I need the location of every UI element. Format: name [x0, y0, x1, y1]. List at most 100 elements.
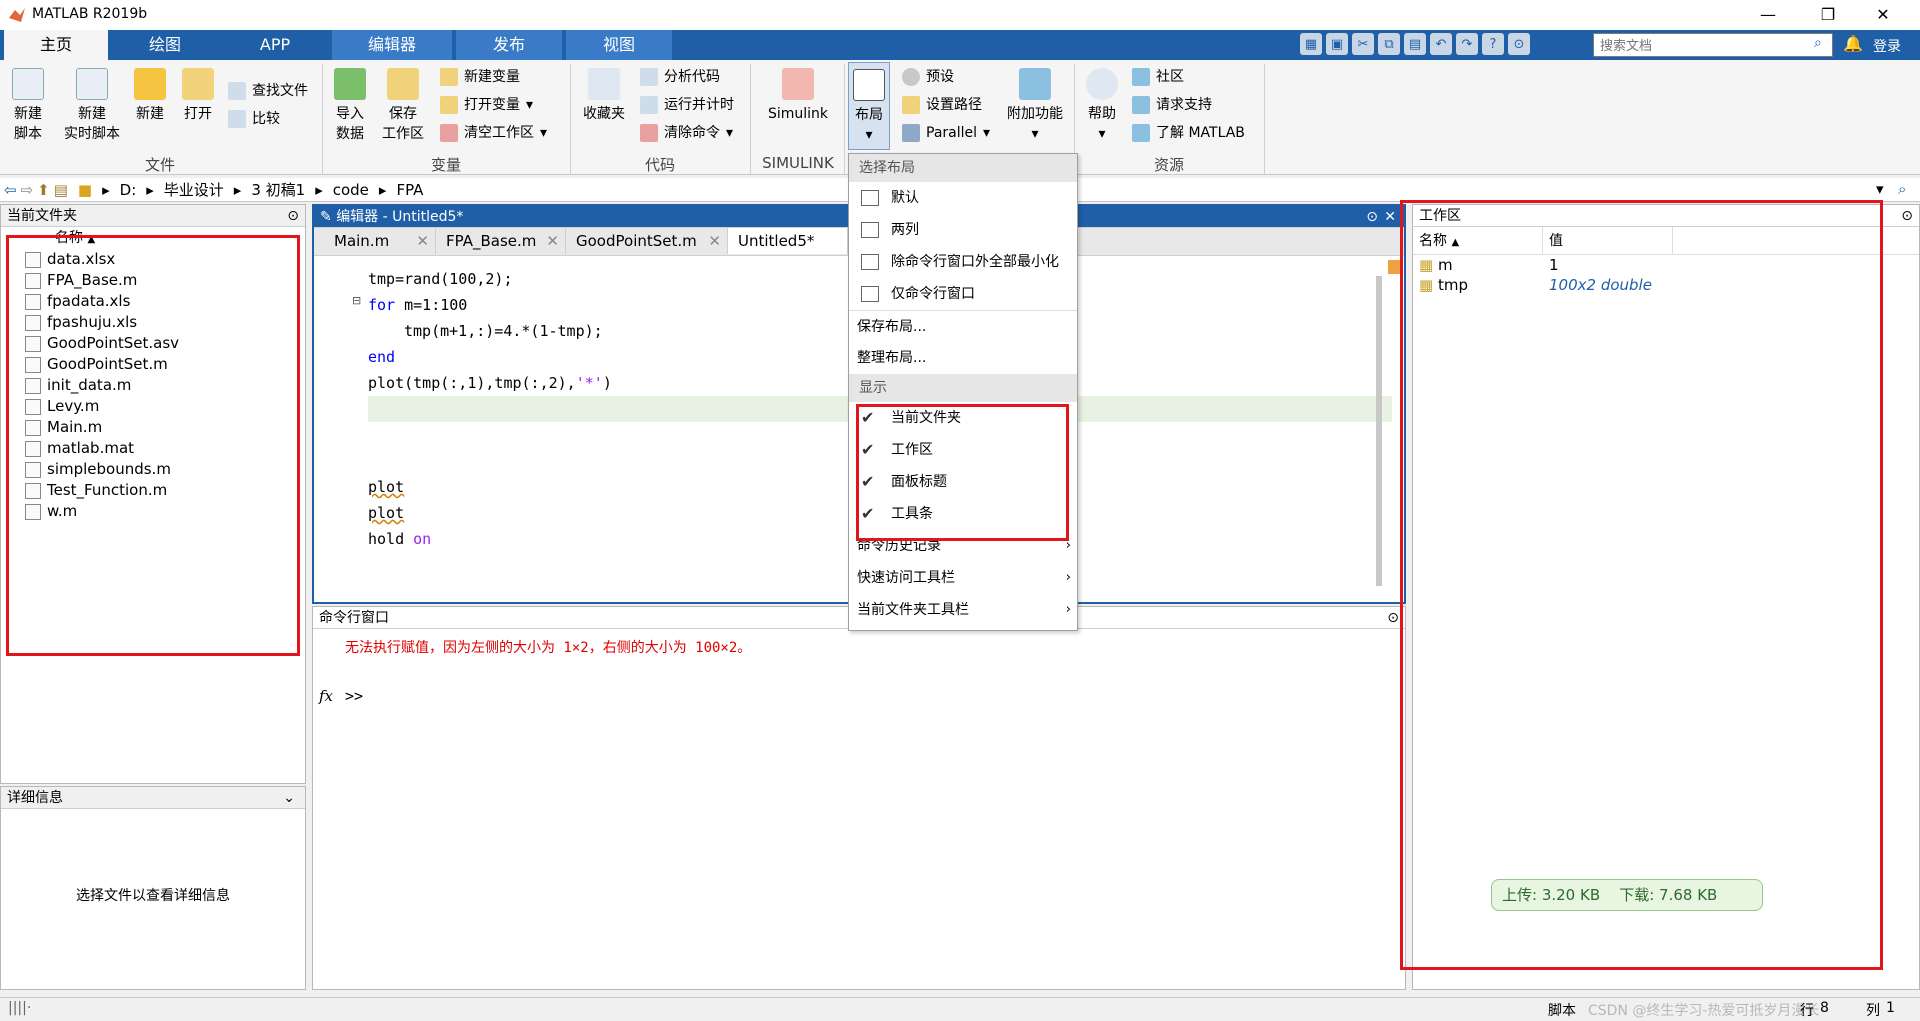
- save-workspace-button[interactable]: 保存 工作区: [378, 68, 428, 144]
- quick-access-toolbar-item[interactable]: 快速访问工具栏 ›: [849, 562, 1077, 594]
- file-list-item[interactable]: Levy.m: [1, 396, 305, 417]
- breadcrumb-item[interactable]: 毕业设计: [164, 179, 224, 200]
- cut-icon[interactable]: ✂: [1352, 33, 1374, 55]
- command-history-item[interactable]: 命令历史记录 ›: [849, 530, 1077, 562]
- compare-button[interactable]: 比较: [228, 108, 280, 130]
- layout-button[interactable]: 布局 ▾: [848, 62, 890, 150]
- organize-layout-item[interactable]: 整理布局...: [849, 342, 1077, 374]
- file-list-item[interactable]: Main.m: [1, 417, 305, 438]
- undo-icon[interactable]: ↶: [1430, 33, 1452, 55]
- preferences-button[interactable]: 预设: [902, 66, 954, 88]
- save-icon[interactable]: ▣: [1326, 33, 1348, 55]
- search-folder-icon[interactable]: ⌕: [1898, 180, 1906, 198]
- panel-menu-icon[interactable]: ⊙: [1901, 205, 1913, 227]
- parallel-button[interactable]: Parallel ▾: [902, 122, 990, 144]
- run-and-time-button[interactable]: 运行并计时: [640, 94, 734, 116]
- editor-scrollbar[interactable]: [1376, 276, 1382, 586]
- layout-quick-icon[interactable]: ▦: [1300, 33, 1322, 55]
- set-path-button[interactable]: 设置路径: [902, 94, 982, 116]
- editor-tab[interactable]: FPA_Base.m ✕: [436, 228, 566, 254]
- tab-publish[interactable]: 发布: [456, 30, 562, 60]
- tab-editor[interactable]: 编辑器: [332, 30, 452, 60]
- fx-icon[interactable]: fx: [319, 687, 333, 705]
- favorites-button[interactable]: 收藏夹: [578, 68, 630, 124]
- copy-icon[interactable]: ⧉: [1378, 33, 1400, 55]
- clear-workspace-button[interactable]: 清空工作区 ▾: [440, 122, 547, 144]
- breadcrumb-item[interactable]: 3 初稿1: [251, 179, 305, 200]
- breadcrumb-drive[interactable]: D:: [120, 181, 137, 199]
- file-list-item[interactable]: GoodPointSet.m: [1, 354, 305, 375]
- resize-grip-icon[interactable]: ||||·: [8, 1000, 31, 1016]
- address-dropdown-icon[interactable]: ▾: [1876, 180, 1884, 198]
- forward-arrow-icon[interactable]: ⇨: [21, 181, 34, 199]
- breadcrumb-item[interactable]: code: [333, 181, 369, 199]
- simulink-button[interactable]: Simulink: [760, 68, 836, 124]
- command-prompt[interactable]: >>: [345, 687, 363, 705]
- show-panel-titles-item[interactable]: ✔ 面板标题: [849, 466, 1077, 498]
- show-workspace-item[interactable]: ✔ 工作区: [849, 434, 1077, 466]
- search-icon[interactable]: ⌕: [1814, 35, 1822, 51]
- show-current-folder-item[interactable]: ✔ 当前文件夹: [849, 402, 1077, 434]
- analyze-code-button[interactable]: 分析代码: [640, 66, 720, 88]
- login-link[interactable]: 登录: [1873, 36, 1901, 56]
- bell-icon[interactable]: 🔔: [1843, 34, 1863, 53]
- addons-button[interactable]: 附加功能 ▾: [1000, 68, 1070, 144]
- help-icon[interactable]: ?: [1482, 33, 1504, 55]
- new-script-button[interactable]: 新建 脚本: [6, 68, 50, 144]
- chevron-down-icon[interactable]: ⌄: [283, 787, 295, 809]
- workspace-row[interactable]: ▦ tmp 100x2 double: [1413, 275, 1919, 295]
- panel-menu-icon[interactable]: ⊙: [1366, 206, 1378, 228]
- up-folder-icon[interactable]: ⬆: [37, 181, 50, 199]
- clear-commands-button[interactable]: 清除命令 ▾: [640, 122, 733, 144]
- tab-home[interactable]: 主页: [4, 30, 108, 60]
- file-list-item[interactable]: w.m: [1, 501, 305, 522]
- tab-view[interactable]: 视图: [566, 30, 672, 60]
- open-button[interactable]: 打开: [178, 68, 218, 124]
- show-toolstrip-item[interactable]: ✔ 工具条: [849, 498, 1077, 530]
- paste-icon[interactable]: ▤: [1404, 33, 1426, 55]
- value-column-header[interactable]: 值: [1543, 227, 1673, 254]
- file-list-item[interactable]: simplebounds.m: [1, 459, 305, 480]
- request-support-button[interactable]: 请求支持: [1132, 94, 1212, 116]
- close-button[interactable]: ✕: [1860, 0, 1906, 30]
- options-icon[interactable]: ⊙: [1508, 33, 1530, 55]
- name-column-header[interactable]: 名称 ▲: [1413, 227, 1543, 254]
- community-button[interactable]: 社区: [1132, 66, 1184, 88]
- file-list-item[interactable]: data.xlsx: [1, 249, 305, 270]
- breadcrumb-item[interactable]: FPA: [396, 181, 423, 199]
- tab-plots[interactable]: 绘图: [112, 30, 218, 60]
- file-list-item[interactable]: matlab.mat: [1, 438, 305, 459]
- help-button[interactable]: 帮助 ▾: [1082, 68, 1122, 144]
- redo-icon[interactable]: ↷: [1456, 33, 1478, 55]
- fold-toggle-icon[interactable]: ⊟: [352, 294, 361, 307]
- code-analyzer-indicator[interactable]: [1388, 260, 1402, 274]
- editor-tab-active[interactable]: Untitled5*: [728, 228, 848, 254]
- layout-minimize-all[interactable]: 除命令行窗口外全部最小化: [849, 246, 1077, 278]
- file-list-item[interactable]: fpadata.xls: [1, 291, 305, 312]
- tab-apps[interactable]: APP: [222, 30, 328, 60]
- editor-tab[interactable]: Main.m ✕: [324, 228, 436, 254]
- close-editor-icon[interactable]: ✕: [1384, 206, 1396, 228]
- find-files-button[interactable]: 查找文件: [228, 80, 308, 102]
- current-folder-toolbar-item[interactable]: 当前文件夹工具栏 ›: [849, 594, 1077, 626]
- file-list-item[interactable]: Test_Function.m: [1, 480, 305, 501]
- file-list-item[interactable]: GoodPointSet.asv: [1, 333, 305, 354]
- file-list-item[interactable]: init_data.m: [1, 375, 305, 396]
- restore-button[interactable]: ❐: [1805, 0, 1851, 30]
- save-layout-item[interactable]: 保存布局...: [849, 310, 1077, 342]
- panel-menu-icon[interactable]: ⊙: [287, 205, 299, 227]
- import-data-button[interactable]: 导入 数据: [330, 68, 370, 144]
- browse-folder-icon[interactable]: ▤: [54, 181, 68, 199]
- layout-default[interactable]: 默认: [849, 182, 1077, 214]
- close-tab-icon[interactable]: ✕: [416, 228, 429, 254]
- minimize-button[interactable]: —: [1745, 0, 1791, 30]
- open-variable-button[interactable]: 打开变量 ▾: [440, 94, 533, 116]
- file-list-item[interactable]: FPA_Base.m: [1, 270, 305, 291]
- close-tab-icon[interactable]: ✕: [546, 228, 559, 254]
- workspace-row[interactable]: ▦ m 1: [1413, 255, 1919, 275]
- name-column-header[interactable]: 名称 ▲: [1, 227, 305, 249]
- new-button[interactable]: 新建: [130, 68, 170, 124]
- new-variable-button[interactable]: 新建变量: [440, 66, 520, 88]
- new-live-script-button[interactable]: 新建 实时脚本: [60, 68, 124, 144]
- layout-command-only[interactable]: 仅命令行窗口: [849, 278, 1077, 310]
